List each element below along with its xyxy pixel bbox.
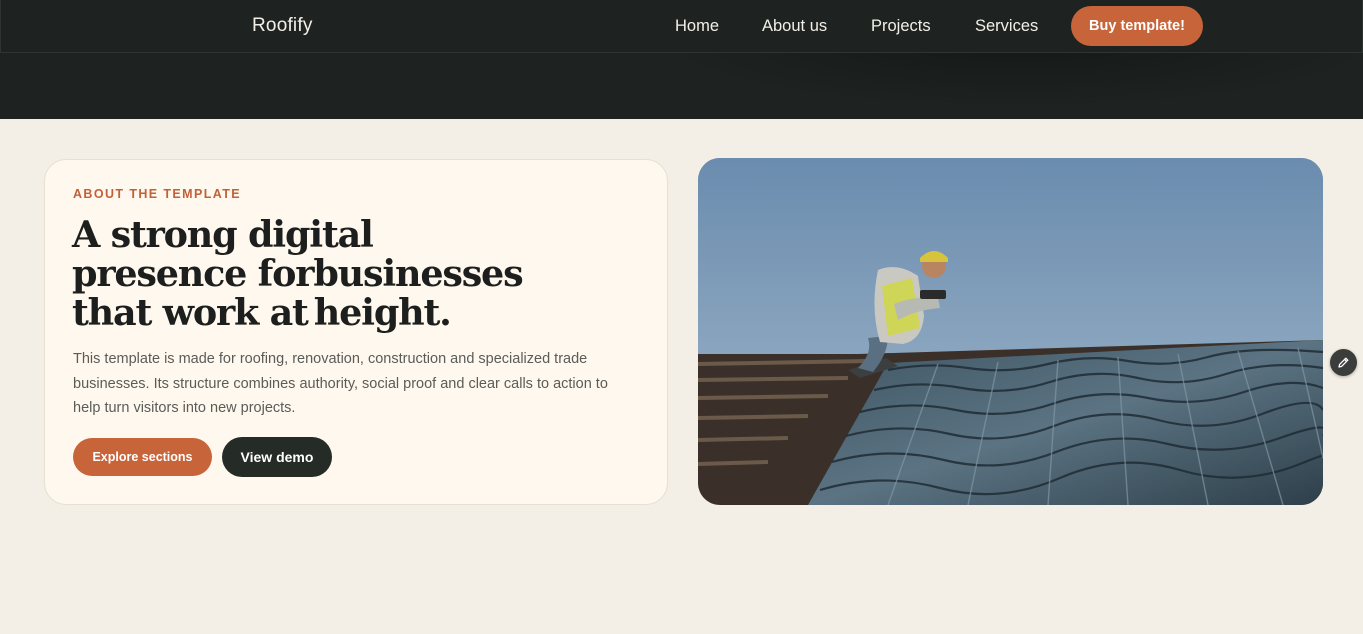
nav-projects-link[interactable]: Projects [871, 17, 931, 36]
section-eyebrow: ABOUT THE TEMPLATE [73, 187, 242, 201]
nav-home-link[interactable]: Home [675, 17, 719, 36]
nav-about-link[interactable]: About us [762, 17, 827, 36]
pencil-icon[interactable] [1330, 349, 1357, 376]
explore-sections-button[interactable]: Explore sections [73, 438, 212, 476]
hero-headline: A strong digital presence forbusinesses … [72, 215, 592, 332]
navbar: Roofify Home About us Projects Services … [0, 0, 1363, 53]
headline-line-2: presence forbusinesses [72, 252, 524, 295]
view-demo-button[interactable]: View demo [222, 437, 332, 477]
hero-top-band: Roofify Home About us Projects Services … [0, 0, 1363, 119]
roofer-on-roof-photo [698, 158, 1323, 505]
buy-template-button[interactable]: Buy template! [1071, 6, 1203, 46]
nav-services-link[interactable]: Services [975, 17, 1038, 36]
hero-description: This template is made for roofing, renov… [73, 351, 608, 416]
brand-logo[interactable]: Roofify [252, 15, 313, 37]
headline-line-1: A strong digital [72, 213, 374, 256]
headline-line-3: that work at height. [72, 291, 452, 334]
about-card: ABOUT THE TEMPLATE A strong digital pres… [44, 159, 668, 505]
